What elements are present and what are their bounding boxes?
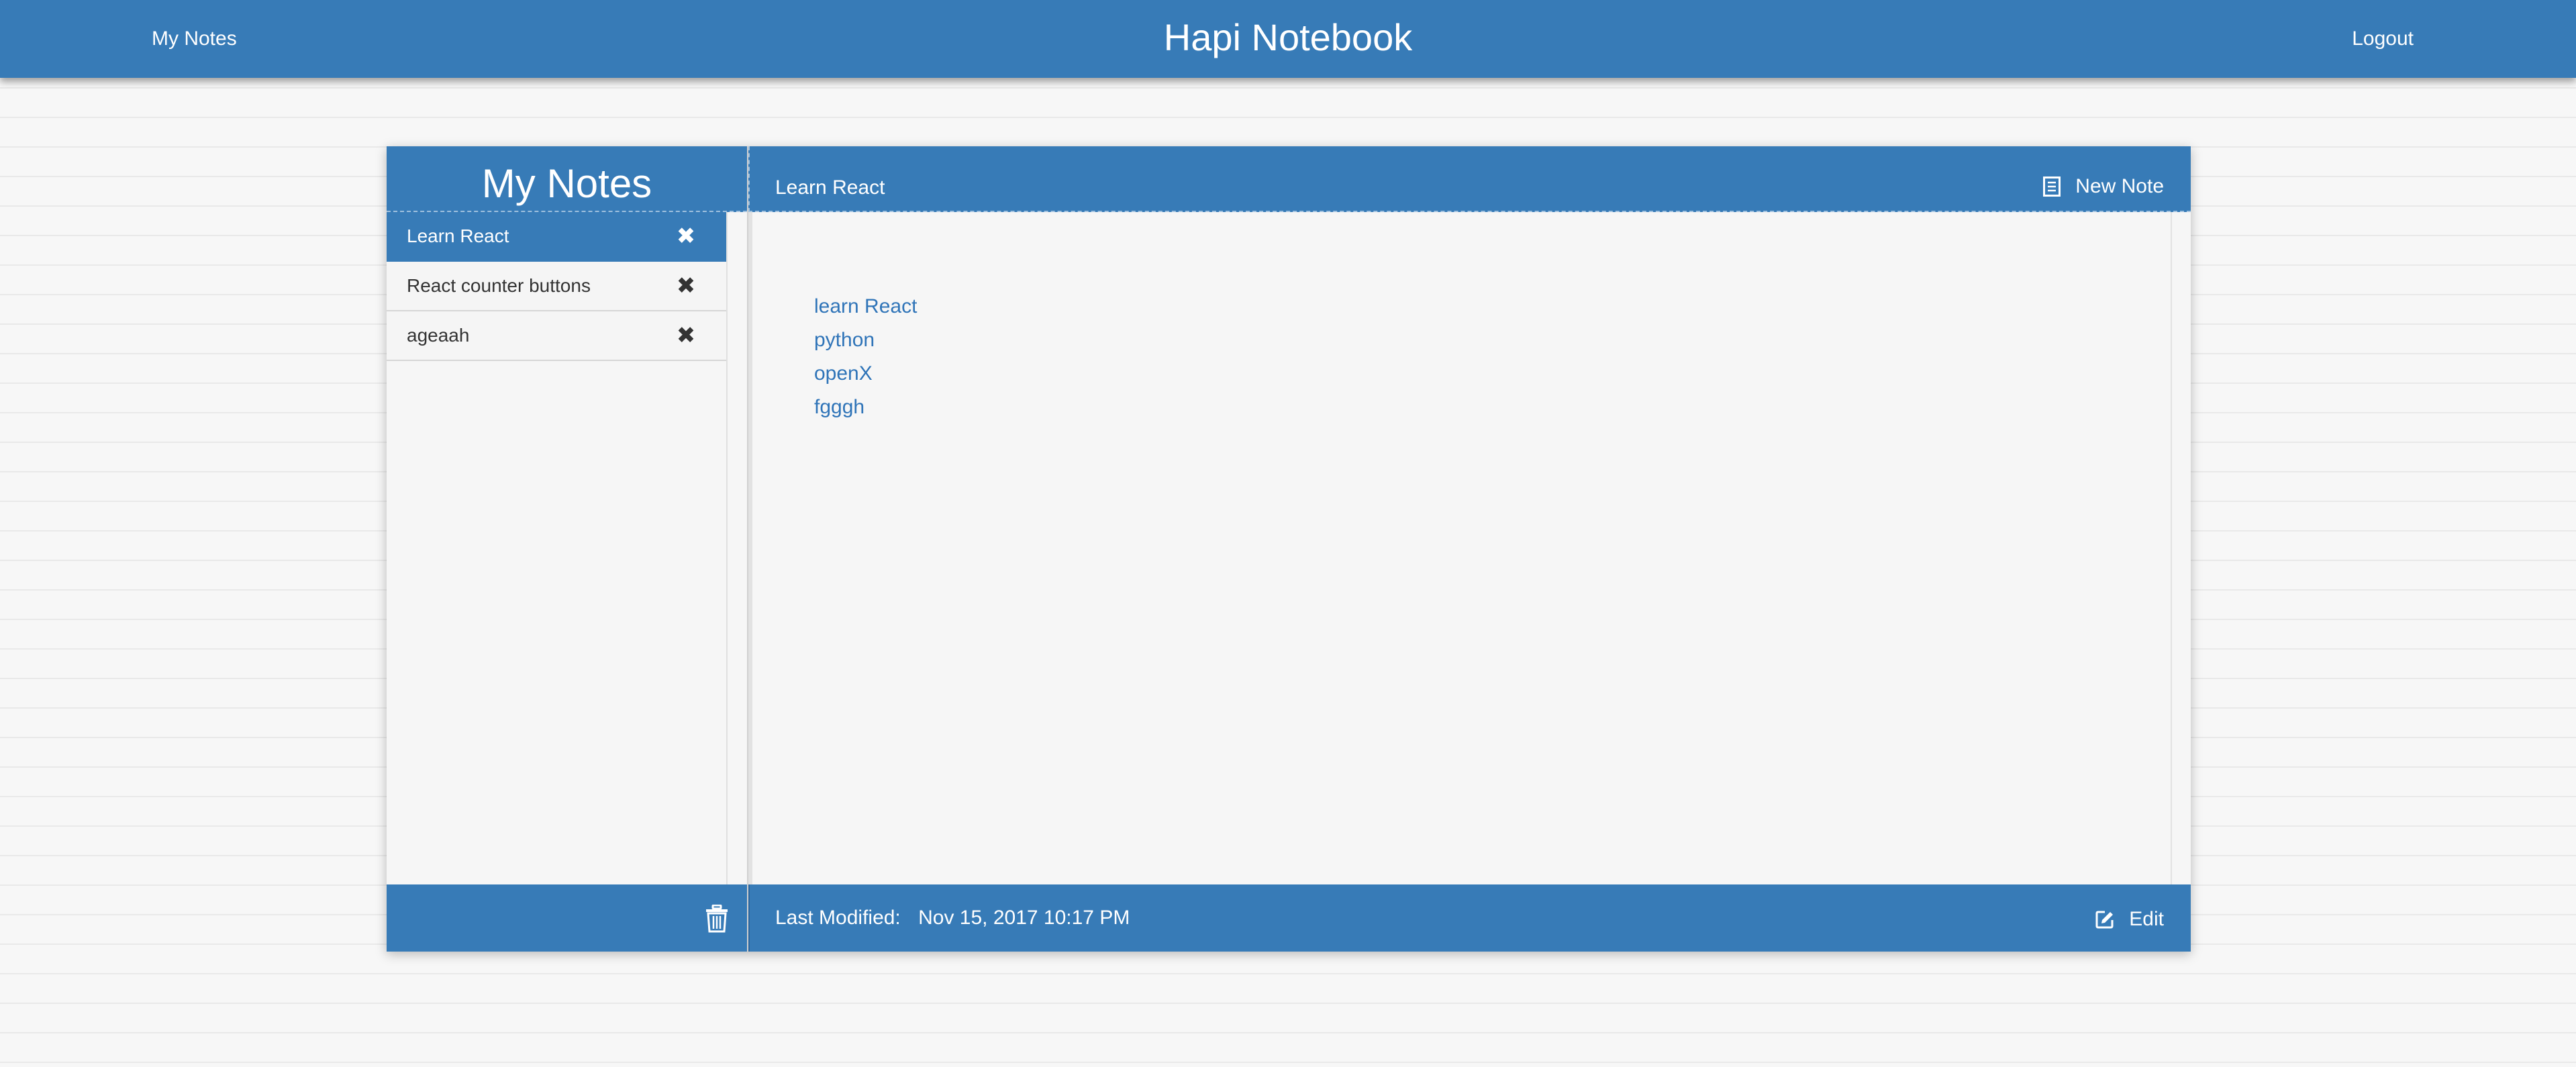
note-item-react-counter-buttons[interactable]: React counter buttons ✖ [387, 262, 726, 311]
logout-link[interactable]: Logout [2352, 27, 2414, 51]
trash-icon[interactable] [705, 905, 728, 933]
new-note-button[interactable]: New Note [2043, 174, 2164, 199]
note-content: Learn React New Note learn React python … [748, 146, 2191, 952]
note-title: Learn React [775, 176, 885, 199]
note-link[interactable]: openX [814, 357, 917, 391]
close-icon[interactable]: ✖ [673, 311, 699, 360]
note-body: learn React python openX fgggh [748, 212, 2172, 884]
note-items-list: learn React python openX fgggh [814, 290, 917, 424]
last-modified-label: Last Modified: [775, 907, 901, 929]
note-item-label: Learn React [407, 225, 509, 246]
last-modified-value: Nov 15, 2017 10:17 PM [918, 907, 1130, 929]
notes-sidebar: My Notes Learn React ✖ React counter but… [387, 146, 748, 952]
edit-label: Edit [2129, 908, 2164, 930]
sidebar-title: My Notes [387, 146, 747, 212]
content-footer: Last Modified: Nov 15, 2017 10:17 PM Edi… [748, 884, 2191, 952]
note-link[interactable]: fgggh [814, 391, 917, 424]
edit-icon [2095, 911, 2114, 929]
app-title: Hapi Notebook [1163, 16, 1413, 58]
content-header: Learn React New Note [748, 146, 2191, 212]
new-note-label: New Note [2075, 175, 2164, 197]
close-icon[interactable]: ✖ [673, 212, 699, 260]
note-item-label: ageaah [407, 325, 470, 346]
note-link[interactable]: learn React [814, 290, 917, 323]
note-item-learn-react[interactable]: Learn React ✖ [387, 212, 726, 262]
top-navbar: My Notes Hapi Notebook Logout [0, 0, 2576, 78]
last-modified: Last Modified: Nov 15, 2017 10:17 PM [775, 906, 1130, 930]
note-item-ageaah[interactable]: ageaah ✖ [387, 311, 726, 361]
note-link[interactable]: python [814, 323, 917, 357]
notes-list: Learn React ✖ React counter buttons ✖ ag… [387, 212, 728, 884]
notebook-panel: My Notes Learn React ✖ React counter but… [387, 146, 2191, 952]
sidebar-footer [387, 884, 747, 952]
note-item-label: React counter buttons [407, 275, 591, 296]
my-notes-link[interactable]: My Notes [152, 27, 237, 51]
close-icon[interactable]: ✖ [673, 262, 699, 310]
edit-button[interactable]: Edit [2095, 907, 2164, 931]
document-icon [2043, 176, 2061, 197]
